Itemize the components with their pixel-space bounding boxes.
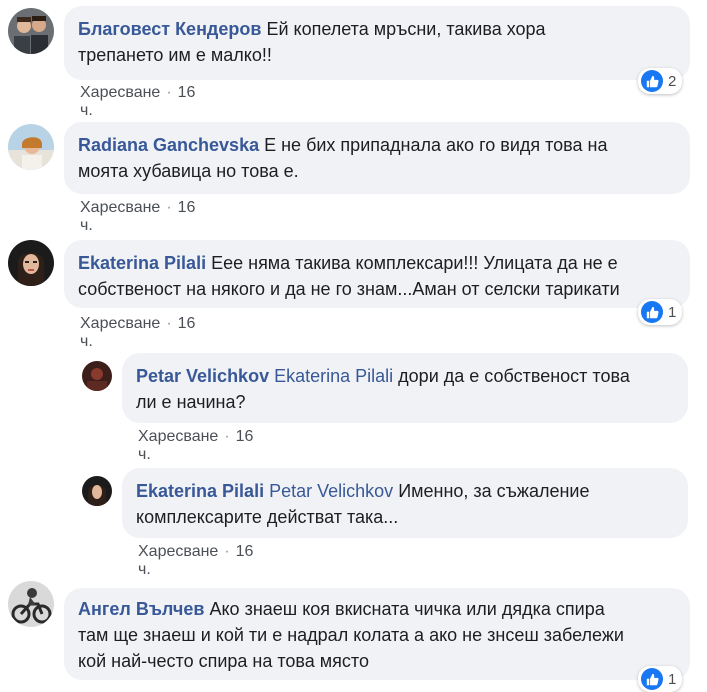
comment-text-line2: собственост на някого и да не го знам...…	[78, 279, 620, 299]
like-link[interactable]: Харесване	[138, 428, 218, 445]
comment-bubble: Ekaterina Pilali Еее няма такива комплек…	[64, 240, 690, 308]
like-link[interactable]: Харесване	[80, 84, 160, 101]
like-link[interactable]: Харесване	[80, 199, 160, 216]
avatar[interactable]	[8, 581, 54, 627]
comment-text-line3: кой най-често спира на това място	[78, 651, 369, 671]
comment-text-line2: моята хубавица но това е.	[78, 161, 299, 181]
comment-author[interactable]: Petar Velichkov	[136, 366, 269, 386]
comment-meta: Харесване · 16 ч.	[138, 543, 254, 578]
reactions-badge[interactable]: 1	[638, 299, 683, 325]
comment-bubble: Radiana Ganchevska Е не бих припаднала а…	[64, 122, 690, 194]
comment-bubble: Благовест Кендеров Ей копелета мръсни, т…	[64, 6, 690, 80]
avatar[interactable]	[82, 361, 112, 391]
comment-text: Е не бих припаднала ако го видя това на	[264, 135, 608, 155]
comment-text-line2: трепането им е малко!!	[78, 45, 272, 65]
comment-text: Именно, за съжаление	[398, 481, 590, 501]
comment-meta: Харесване · 16 ч.	[80, 84, 196, 119]
comment-author[interactable]: Благовест Кендеров	[78, 19, 261, 39]
mention-link[interactable]: Petar Velichkov	[269, 481, 393, 501]
comment-bubble: Petar Velichkov Ekaterina Pilali дори да…	[122, 353, 688, 423]
comment-bubble: Ekaterina Pilali Petar Velichkov Именно,…	[122, 468, 688, 538]
reactions-badge[interactable]: 2	[638, 68, 683, 94]
comment-text-line2: там ще знаеш и кой ти е надрал колата а …	[78, 625, 624, 645]
thumbs-up-icon	[641, 70, 663, 92]
comment-text-line2: ли е начина?	[136, 392, 246, 412]
comment-bubble: Ангел Вълчев Ако знаеш коя вкисната чичк…	[64, 588, 690, 680]
reaction-count: 1	[668, 670, 677, 688]
comment-author[interactable]: Ангел Вълчев	[78, 599, 204, 619]
avatar[interactable]	[8, 8, 54, 54]
comment-text: Еее няма такива комплексари!!! Улицата д…	[211, 253, 618, 273]
comment-text: Ей копелета мръсни, такива хора	[266, 19, 546, 39]
comment-meta: Харесване · 16 ч.	[138, 428, 254, 463]
comment-author[interactable]: Radiana Ganchevska	[78, 135, 259, 155]
avatar[interactable]	[82, 476, 112, 506]
comment-text-line2: комплексарите действат така...	[136, 507, 399, 527]
comment-text: Ако знаеш коя вкисната чичка или дядка с…	[209, 599, 605, 619]
comment-meta: Харесване · 16 ч.	[80, 315, 196, 350]
thumbs-up-icon	[641, 301, 663, 323]
avatar[interactable]	[8, 240, 54, 286]
comment-author[interactable]: Ekaterina Pilali	[136, 481, 264, 501]
avatar[interactable]	[8, 124, 54, 170]
reactions-badge[interactable]: 1	[638, 666, 683, 692]
reaction-count: 2	[668, 72, 677, 90]
comment-author[interactable]: Ekaterina Pilali	[78, 253, 206, 273]
mention-link[interactable]: Ekaterina Pilali	[274, 366, 393, 386]
comment-meta: Харесване · 16 ч.	[80, 199, 196, 234]
comment-text: дори да е собственост това	[398, 366, 630, 386]
reaction-count: 1	[668, 303, 677, 321]
thumbs-up-icon	[641, 668, 663, 690]
like-link[interactable]: Харесване	[138, 543, 218, 560]
like-link[interactable]: Харесване	[80, 315, 160, 332]
